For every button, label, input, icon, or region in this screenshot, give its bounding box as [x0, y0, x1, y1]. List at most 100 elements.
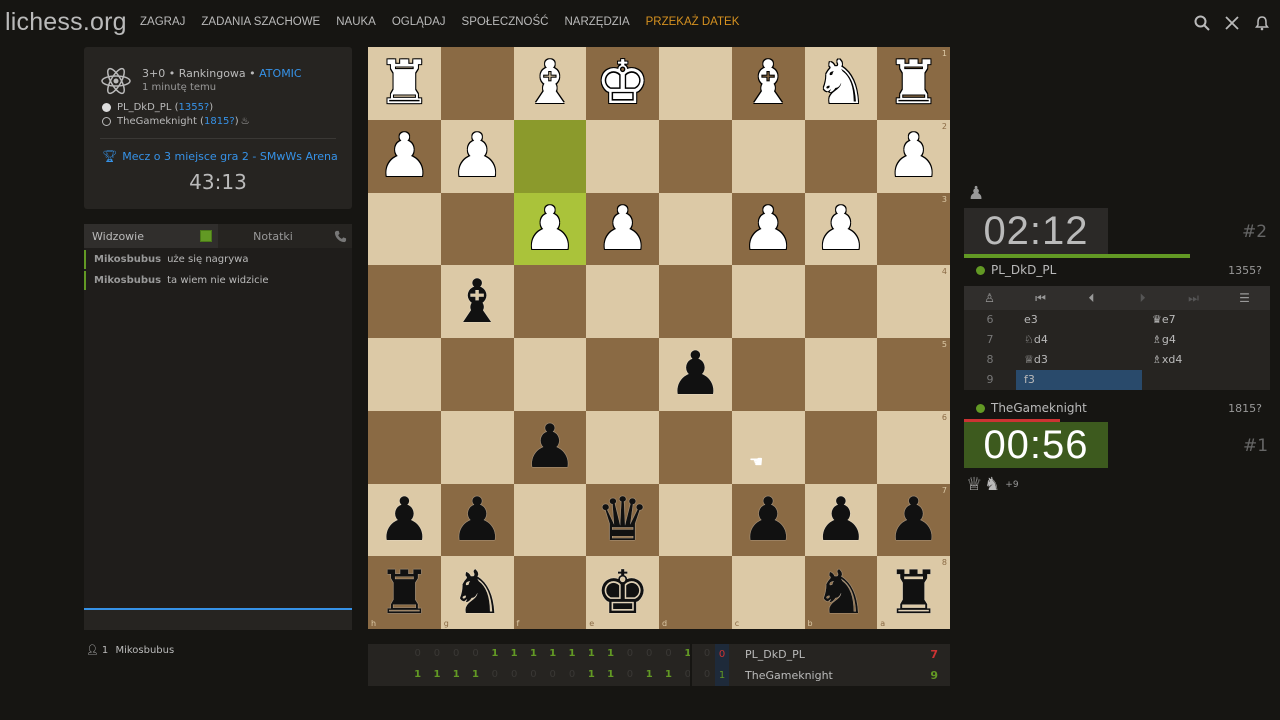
- board-square[interactable]: ♟: [513, 192, 587, 266]
- board-square[interactable]: ♜ 1: [877, 47, 950, 120]
- black-pawn-icon[interactable]: ♟: [377, 490, 431, 550]
- white-king-icon[interactable]: ♚: [596, 53, 650, 113]
- nav-item-community[interactable]: SPOŁECZNOŚĆ: [462, 16, 549, 28]
- board-square[interactable]: ♟: [586, 192, 659, 266]
- white-pawn-icon[interactable]: ♟: [377, 126, 431, 186]
- board-square[interactable]: [513, 338, 587, 411]
- board-square[interactable]: [586, 410, 659, 484]
- white-pawn-icon[interactable]: ♟: [523, 199, 577, 259]
- board-square[interactable]: 5: [877, 338, 950, 411]
- board-square[interactable]: [440, 47, 514, 120]
- board-square[interactable]: ♟: [804, 192, 878, 266]
- nav-item-play[interactable]: ZAGRAJ: [140, 16, 185, 28]
- board-square[interactable]: [440, 338, 514, 411]
- board-square[interactable]: [440, 410, 514, 484]
- board-square[interactable]: [659, 47, 732, 120]
- tab-notes[interactable]: Notatki: [218, 224, 328, 248]
- board-square[interactable]: ♞ b: [804, 556, 878, 629]
- board-square[interactable]: [368, 192, 441, 266]
- move-white[interactable]: e3: [1016, 310, 1142, 330]
- white-pawn-icon[interactable]: ♟: [596, 199, 650, 259]
- site-logo[interactable]: lichess.org: [5, 8, 127, 37]
- black-queen-icon[interactable]: ♛: [596, 490, 650, 550]
- board-square[interactable]: ♟: [440, 119, 514, 193]
- board-square[interactable]: d: [659, 556, 732, 629]
- board-square[interactable]: [586, 265, 659, 338]
- board-square[interactable]: 4: [877, 265, 950, 338]
- black-pawn-icon[interactable]: ♟: [523, 417, 577, 477]
- variant-link[interactable]: ATOMIC: [259, 67, 301, 80]
- black-king-icon[interactable]: ♚: [596, 563, 650, 623]
- spectator-name[interactable]: Mikosbubus: [115, 645, 174, 656]
- next-move-icon[interactable]: ⏵: [1117, 291, 1168, 306]
- white-bishop-icon[interactable]: ♝: [523, 53, 577, 113]
- board-square[interactable]: [440, 192, 514, 266]
- black-player-line[interactable]: TheGameknight (1815?) ♨: [102, 116, 250, 127]
- board-square[interactable]: [731, 265, 805, 338]
- move-white[interactable]: ♕d3: [1016, 350, 1142, 370]
- board-square[interactable]: ♟: [659, 338, 732, 411]
- board-square[interactable]: ♜: [368, 47, 441, 120]
- white-rook-icon[interactable]: ♜: [377, 53, 431, 113]
- board-square[interactable]: ♟: [368, 119, 441, 193]
- board-square[interactable]: [586, 338, 659, 411]
- arena-link[interactable]: 🏆︎ Mecz o 3 miejsce gra 2 - SMwWs Arena: [102, 149, 338, 163]
- search-icon[interactable]: [1194, 15, 1210, 31]
- move-black[interactable]: ♛e7: [1144, 310, 1270, 330]
- board-square[interactable]: ♟: [731, 192, 805, 266]
- nav-item-learn[interactable]: NAUKA: [336, 16, 376, 28]
- scoreboard-player-top[interactable]: PL_DkD_PL: [745, 648, 805, 661]
- menu-icon[interactable]: ☰: [1219, 291, 1270, 305]
- board-square[interactable]: 6: [877, 410, 950, 484]
- board-square[interactable]: [513, 265, 587, 338]
- board-square[interactable]: [731, 119, 805, 193]
- board-square[interactable]: [804, 265, 878, 338]
- board-square[interactable]: [659, 265, 732, 338]
- board-square[interactable]: [804, 119, 878, 193]
- white-pawn-icon[interactable]: ♟: [887, 126, 941, 186]
- board-square[interactable]: [368, 265, 441, 338]
- white-knight-icon[interactable]: ♞: [814, 53, 868, 113]
- board-square[interactable]: [731, 338, 805, 411]
- bell-icon[interactable]: [1254, 15, 1270, 31]
- scoreboard-player-bottom[interactable]: TheGameknight: [745, 669, 833, 682]
- prev-move-icon[interactable]: ⏴: [1066, 291, 1117, 306]
- board-square[interactable]: ♟: [440, 483, 514, 557]
- move-black[interactable]: ♗xd4: [1144, 350, 1270, 370]
- nav-item-puzzles[interactable]: ZADANIA SZACHOWE: [201, 16, 320, 28]
- board-square[interactable]: [731, 410, 805, 484]
- white-rook-icon[interactable]: ♜: [887, 53, 941, 113]
- board-square[interactable]: [659, 483, 732, 557]
- board-square[interactable]: [513, 119, 587, 193]
- white-pawn-icon[interactable]: ♟: [741, 199, 795, 259]
- board-square[interactable]: [513, 483, 587, 557]
- white-player-line[interactable]: PL_DkD_PL (1355?): [102, 102, 213, 113]
- board-square[interactable]: ♜ h: [368, 556, 441, 629]
- black-bishop-icon[interactable]: ♝: [450, 272, 504, 332]
- board-square[interactable]: ♚: [586, 47, 659, 120]
- move-white[interactable]: f3: [1016, 370, 1142, 390]
- board-square[interactable]: ♟: [513, 410, 587, 484]
- board-square[interactable]: [659, 192, 732, 266]
- move-black[interactable]: ♗g4: [1144, 330, 1270, 350]
- nav-item-watch[interactable]: OGLĄDAJ: [392, 16, 446, 28]
- black-pawn-icon[interactable]: ♟: [450, 490, 504, 550]
- black-rook-icon[interactable]: ♜: [887, 563, 941, 623]
- chat-input[interactable]: [84, 610, 352, 630]
- move-white[interactable]: ♘d4: [1016, 330, 1142, 350]
- black-rook-icon[interactable]: ♜: [377, 563, 431, 623]
- player-row-bottom[interactable]: TheGameknight 1815?: [964, 396, 1270, 420]
- chat-user[interactable]: Mikosbubus: [94, 275, 161, 286]
- phone-icon[interactable]: [328, 224, 352, 248]
- first-move-icon[interactable]: ⏮: [1015, 291, 1066, 306]
- black-pawn-icon[interactable]: ♟: [887, 490, 941, 550]
- chat-toggle-checkbox[interactable]: [200, 230, 212, 242]
- chess-board[interactable]: ♜ ♝ ♚ ♝ ♞ ♜ 1 ♟ ♟ ♟ 2 ♟ ♟ ♟ ♟ 3 ♝ 4 ♟ 5 ♟ 6 ♟ ♟ ♛ ♟ ♟ ♟ 7 ♜ h ♞ g f ♚ e d c ♞ b…: [368, 47, 950, 629]
- board-square[interactable]: [659, 410, 732, 484]
- board-square[interactable]: ♛: [586, 483, 659, 557]
- nav-item-tools[interactable]: NARZĘDZIA: [564, 16, 629, 28]
- black-pawn-icon[interactable]: ♟: [741, 490, 795, 550]
- nav-item-donate[interactable]: PRZEKAŻ DATEK: [646, 16, 740, 28]
- player-row-top[interactable]: PL_DkD_PL 1355?: [964, 258, 1270, 282]
- board-square[interactable]: [804, 338, 878, 411]
